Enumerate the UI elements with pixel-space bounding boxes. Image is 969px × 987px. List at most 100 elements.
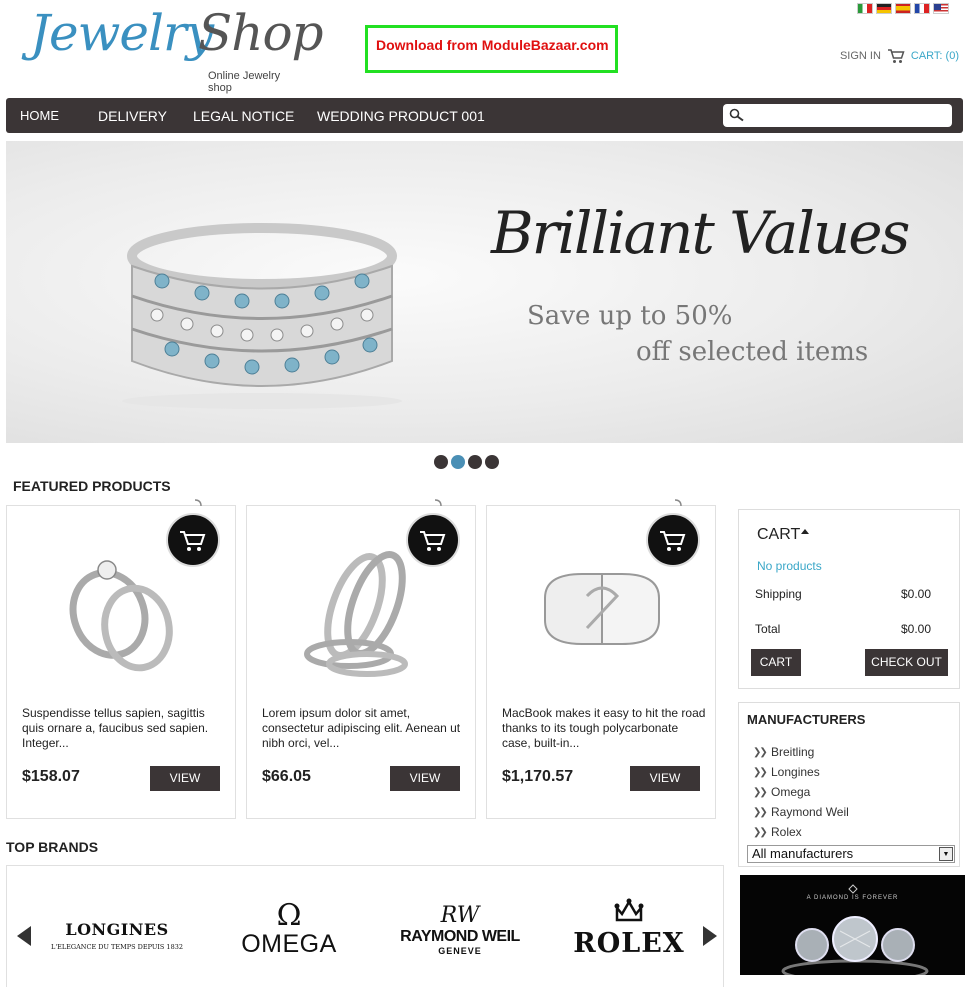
manufacturers-block: MANUFACTURERS ❯❯ Breitling ❯❯ Longines ❯❯ O… [738, 702, 960, 867]
shipping-value: $0.00 [900, 587, 931, 601]
product-card: MacBook makes it easy to hit the road th… [486, 499, 716, 819]
top-brands-title: TOP BRANDS [6, 839, 99, 855]
caret-up-icon[interactable] [801, 529, 809, 534]
slide-title: Brilliant Values [491, 199, 910, 267]
flag-fr-icon[interactable] [914, 3, 930, 14]
crown-icon [614, 898, 644, 922]
omega-logo-icon: Ω [276, 898, 302, 933]
promo-banner-text[interactable]: Download from ModuleBazaar.com [365, 25, 618, 73]
view-product-button[interactable]: VIEW [390, 766, 460, 791]
logo-tagline: Online Jewelry shop [208, 70, 281, 94]
cart-button[interactable]: CART [751, 649, 801, 676]
manufacturer-label: Raymond Weil [771, 805, 849, 819]
chevron-down-icon[interactable]: ▼ [939, 847, 953, 861]
cart-link[interactable]: CART: (0) [911, 50, 959, 62]
search-icon[interactable] [729, 108, 745, 122]
search-box [723, 104, 952, 127]
manufacturer-item[interactable]: ❯❯ Rolex [753, 822, 849, 842]
hero-slider[interactable]: Brilliant Values Save up to 50% off sele… [6, 141, 963, 443]
diamond-logo-icon [848, 884, 858, 894]
brand-omega-name: OMEGA [241, 930, 337, 958]
nav-item-wedding-product[interactable]: WEDDING PRODUCT 001 [317, 108, 485, 124]
manufacturer-label: Longines [771, 765, 820, 779]
diamond-ring-image [781, 916, 929, 975]
manufacturer-item[interactable]: ❯❯ Raymond Weil [753, 802, 849, 822]
brand-raymond-weil-name: RAYMOND WEIL [400, 928, 520, 945]
brand-longines-tagline: L'ELEGANCE DU TEMPS DEPUIS 1832 [51, 943, 183, 951]
brand-raymond-weil[interactable]: RW RAYMOND WEIL GENEVE [397, 903, 523, 957]
user-links: SIGN IN CART: (0) [840, 48, 959, 64]
product-description: Suspendisse tellus sapien, sagittis quis… [22, 706, 209, 750]
search-input[interactable] [749, 106, 944, 125]
flag-de-icon[interactable] [876, 3, 892, 14]
nav-item-legal-notice[interactable]: LEGAL NOTICE [193, 108, 294, 124]
flag-it-icon[interactable] [857, 3, 873, 14]
slider-dot-4[interactable] [485, 455, 499, 469]
view-product-button[interactable]: VIEW [630, 766, 700, 791]
brand-longines-name: LONGINES [65, 920, 169, 939]
featured-products-title: FEATURED PRODUCTS [13, 478, 171, 494]
brand-omega[interactable]: Ω OMEGA [235, 898, 343, 959]
slider-dot-3[interactable] [468, 455, 482, 469]
manufacturer-label: Rolex [771, 825, 802, 839]
checkout-button[interactable]: CHECK OUT [865, 649, 948, 676]
total-label: Total [755, 622, 781, 636]
slider-dot-1[interactable] [434, 455, 448, 469]
cart-shipping-row: Shipping $0.00 [755, 587, 931, 601]
double-chevron-icon: ❯❯ [753, 826, 768, 838]
sign-in-link[interactable]: SIGN IN [840, 50, 881, 62]
brand-raymond-weil-city: GENEVE [438, 946, 482, 956]
product-description: Lorem ipsum dolor sit amet, consectetur … [262, 706, 461, 750]
double-chevron-icon: ❯❯ [753, 766, 768, 778]
carousel-next-icon[interactable] [703, 926, 717, 946]
product-price: $1,170.57 [502, 768, 574, 785]
manufacturers-list: ❯❯ Breitling ❯❯ Longines ❯❯ Omega ❯❯ Raymond… [753, 742, 849, 842]
product-image[interactable] [287, 536, 437, 686]
cart-total-row: Total $0.00 [755, 622, 931, 636]
product-image[interactable] [527, 536, 677, 686]
double-chevron-icon: ❯❯ [753, 786, 768, 798]
manufacturer-label: Omega [771, 785, 811, 799]
cart-empty-message: No products [757, 559, 822, 573]
cart-block-title[interactable]: CART [757, 526, 800, 544]
product-card: Suspendisse tellus sapien, sagittis quis… [6, 499, 236, 819]
diamond-promo-banner[interactable]: A DIAMOND IS FOREVER [740, 875, 965, 975]
double-chevron-icon: ❯❯ [753, 746, 768, 758]
manufacturer-item[interactable]: ❯❯ Breitling [753, 742, 849, 762]
slider-dot-2[interactable] [451, 455, 465, 469]
flag-es-icon[interactable] [895, 3, 911, 14]
manufacturer-select-value: All manufacturers [752, 846, 854, 861]
product-card: Lorem ipsum dolor sit amet, consectetur … [246, 499, 476, 819]
brand-rolex[interactable]: ROLEX [569, 898, 689, 959]
manufacturer-item[interactable]: ❯❯ Omega [753, 782, 849, 802]
shipping-label: Shipping [755, 587, 802, 601]
view-product-button[interactable]: VIEW [150, 766, 220, 791]
manufacturer-item[interactable]: ❯❯ Longines [753, 762, 849, 782]
raymond-weil-logo-icon: RW [440, 903, 480, 928]
promo-banner-tagline: A DIAMOND IS FOREVER [806, 895, 899, 901]
logo-word-jewelry: Jewelry [30, 4, 214, 62]
nav-item-delivery[interactable]: DELIVERY [98, 108, 167, 124]
product-description: MacBook makes it easy to hit the road th… [502, 706, 706, 750]
slide-subtitle-1: Save up to 50% [527, 301, 733, 331]
product-price: $158.07 [22, 768, 80, 785]
carousel-prev-icon[interactable] [17, 926, 31, 946]
total-value: $0.00 [900, 622, 931, 636]
slider-pagination [434, 455, 499, 469]
cart-icon[interactable] [887, 48, 905, 64]
logo-word-shop: Shop [198, 4, 324, 62]
double-chevron-icon: ❯❯ [753, 806, 768, 818]
cart-block: CART No products Shipping $0.00 Total $0… [738, 509, 960, 689]
manufacturer-label: Breitling [771, 745, 815, 759]
manufacturer-select[interactable]: All manufacturers ▼ [747, 845, 955, 863]
brand-longines[interactable]: LONGINES L'ELEGANCE DU TEMPS DEPUIS 1832 [47, 920, 187, 951]
language-selector [857, 3, 949, 14]
product-image[interactable] [47, 536, 197, 686]
main-navigation: HOME DELIVERY LEGAL NOTICE WEDDING PRODU… [6, 98, 963, 133]
brands-carousel: LONGINES L'ELEGANCE DU TEMPS DEPUIS 1832… [6, 865, 724, 987]
manufacturers-title: MANUFACTURERS [747, 712, 866, 727]
site-logo[interactable]: Jewelry Shop Online Jewelry shop [30, 4, 324, 94]
ring-product-image [122, 223, 402, 409]
flag-en-icon[interactable] [933, 3, 949, 14]
nav-item-home[interactable]: HOME [20, 108, 59, 123]
